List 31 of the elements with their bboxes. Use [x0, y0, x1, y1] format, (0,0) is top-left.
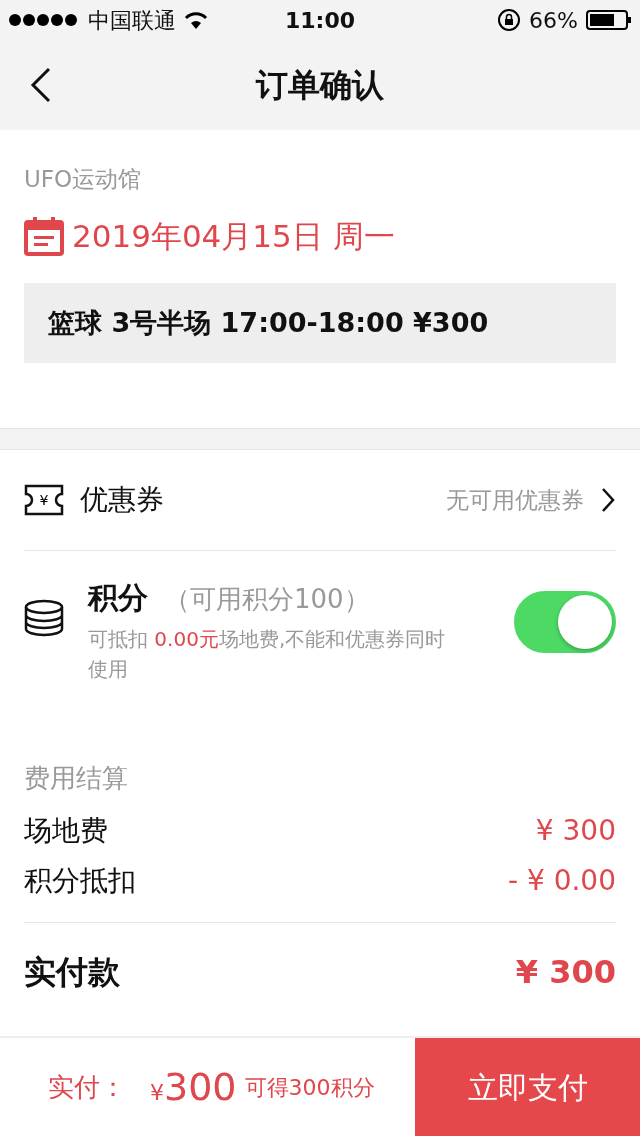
fee-amount: ¥ 300 [535, 813, 616, 849]
earn-points-note: 可得300积分 [244, 1073, 375, 1102]
calendar-icon [24, 215, 64, 256]
page-title: 订单确认 [256, 65, 384, 106]
booking-date: 2019年04月15日 周一 [72, 216, 395, 256]
carrier-name: 中国联通 [88, 6, 176, 35]
pay-button[interactable]: 立即支付 [415, 1038, 640, 1136]
ticket-icon: ¥ [24, 484, 64, 516]
points-note: 可抵扣 0.00元场地费,不能和优惠券同时使用 [88, 626, 447, 683]
battery-icon [586, 10, 632, 30]
venue-name: UFO运动馆 [24, 165, 143, 194]
fee-label: 积分抵扣 [24, 863, 136, 899]
battery-percent: 66% [529, 6, 578, 35]
chevron-right-icon [600, 487, 616, 513]
coin-stack-icon [24, 599, 64, 637]
fee-amount: - ¥ 0.00 [507, 863, 616, 899]
total-amount: ¥ 300 [515, 952, 616, 993]
pay-label: 实付： [48, 1070, 126, 1104]
pay-amount: ¥300 [150, 1063, 237, 1111]
signal-icon [8, 13, 80, 27]
section-title: 费用结算 [24, 762, 129, 795]
points-label: 积分 [88, 579, 148, 617]
coupon-selector[interactable]: 无可用优惠券 [446, 482, 616, 518]
total-label: 实付款 [24, 952, 120, 993]
slot-summary: 篮球 3号半场 17:00-18:00 ¥300 [24, 283, 616, 363]
fee-label: 场地费 [24, 813, 108, 849]
points-available: （可用积分100） [164, 583, 370, 616]
rotation-lock-icon [497, 8, 522, 32]
wifi-icon [184, 11, 208, 29]
clock-time: 11:00 [285, 7, 355, 33]
coupon-label: 优惠券 [80, 482, 164, 518]
